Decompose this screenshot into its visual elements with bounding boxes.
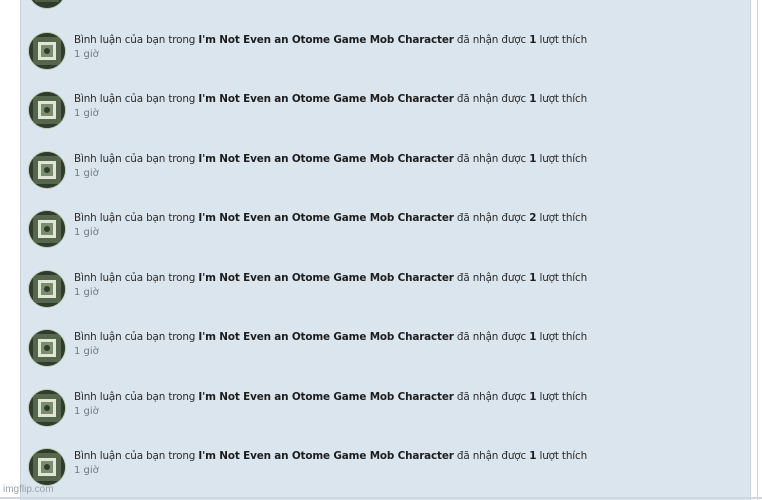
screenshot-frame: Bình luận của bạn trong I'm Not Even an …: [0, 0, 762, 500]
avatar[interactable]: [29, 33, 65, 69]
like-count: 1: [529, 391, 537, 403]
timestamp: 1 giờ: [74, 168, 99, 179]
notification-item[interactable]: Bình luận của bạn trong I'm Not Even an …: [29, 152, 729, 192]
notification-item[interactable]: Bình luận của bạn trong I'm Not Even an …: [29, 330, 729, 370]
notification-text: Bình luận của bạn trong I'm Not Even an …: [74, 450, 588, 462]
avatar[interactable]: [29, 152, 65, 188]
like-count: 1: [529, 272, 537, 284]
watermark: imgflip.com: [3, 484, 54, 495]
notification-item[interactable]: Bình luận của bạn trong I'm Not Even an …: [29, 449, 729, 489]
like-count: 1: [529, 331, 537, 343]
timestamp: 1 giờ: [74, 406, 99, 417]
manga-title-link[interactable]: I'm Not Even an Otome Game Mob Character: [198, 272, 453, 284]
manga-title-link[interactable]: I'm Not Even an Otome Game Mob Character: [198, 93, 453, 105]
notification-text: Bình luận của bạn trong I'm Not Even an …: [74, 331, 588, 343]
notification-text: Bình luận của bạn trong I'm Not Even an …: [74, 272, 588, 284]
notification-text: Bình luận của bạn trong I'm Not Even an …: [74, 153, 588, 165]
avatar[interactable]: [29, 390, 65, 426]
avatar[interactable]: [29, 0, 65, 8]
notification-item[interactable]: Bình luận của bạn trong I'm Not Even an …: [29, 211, 729, 251]
notification-item[interactable]: Bình luận của bạn trong I'm Not Even an …: [29, 33, 729, 73]
notification-item[interactable]: Bình luận của bạn trong I'm Not Even an …: [29, 271, 729, 311]
bottom-divider: [0, 497, 762, 499]
manga-title-link[interactable]: I'm Not Even an Otome Game Mob Character: [198, 153, 453, 165]
manga-title-link[interactable]: I'm Not Even an Otome Game Mob Character: [198, 450, 453, 462]
like-count: 1: [529, 450, 537, 462]
notification-feed: Bình luận của bạn trong I'm Not Even an …: [20, 0, 751, 500]
manga-title-link[interactable]: I'm Not Even an Otome Game Mob Character: [198, 34, 453, 46]
avatar[interactable]: [29, 271, 65, 307]
right-divider: [757, 0, 758, 500]
like-count: 1: [529, 93, 537, 105]
notification-text: Bình luận của bạn trong I'm Not Even an …: [74, 391, 588, 403]
notification-text: Bình luận của bạn trong I'm Not Even an …: [74, 34, 588, 46]
notification-item[interactable]: Bình luận của bạn trong I'm Not Even an …: [29, 390, 729, 430]
manga-title-link[interactable]: I'm Not Even an Otome Game Mob Character: [198, 212, 453, 224]
avatar[interactable]: [29, 449, 65, 485]
notification-text: Bình luận của bạn trong I'm Not Even an …: [74, 212, 588, 224]
manga-title-link[interactable]: I'm Not Even an Otome Game Mob Character: [198, 331, 453, 343]
notification-text: Bình luận của bạn trong I'm Not Even an …: [74, 93, 588, 105]
like-count: 1: [529, 153, 537, 165]
avatar[interactable]: [29, 92, 65, 128]
timestamp: 1 giờ: [74, 108, 99, 119]
manga-title-link[interactable]: I'm Not Even an Otome Game Mob Character: [198, 391, 453, 403]
timestamp: 1 giờ: [74, 465, 99, 476]
timestamp: 1 giờ: [74, 227, 99, 238]
avatar[interactable]: [29, 330, 65, 366]
timestamp: 1 giờ: [74, 287, 99, 298]
like-count: 1: [529, 34, 537, 46]
timestamp: 1 giờ: [74, 49, 99, 60]
notification-item[interactable]: Bình luận của bạn trong I'm Not Even an …: [29, 92, 729, 132]
timestamp: 1 giờ: [74, 346, 99, 357]
avatar[interactable]: [29, 211, 65, 247]
like-count: 2: [529, 212, 537, 224]
